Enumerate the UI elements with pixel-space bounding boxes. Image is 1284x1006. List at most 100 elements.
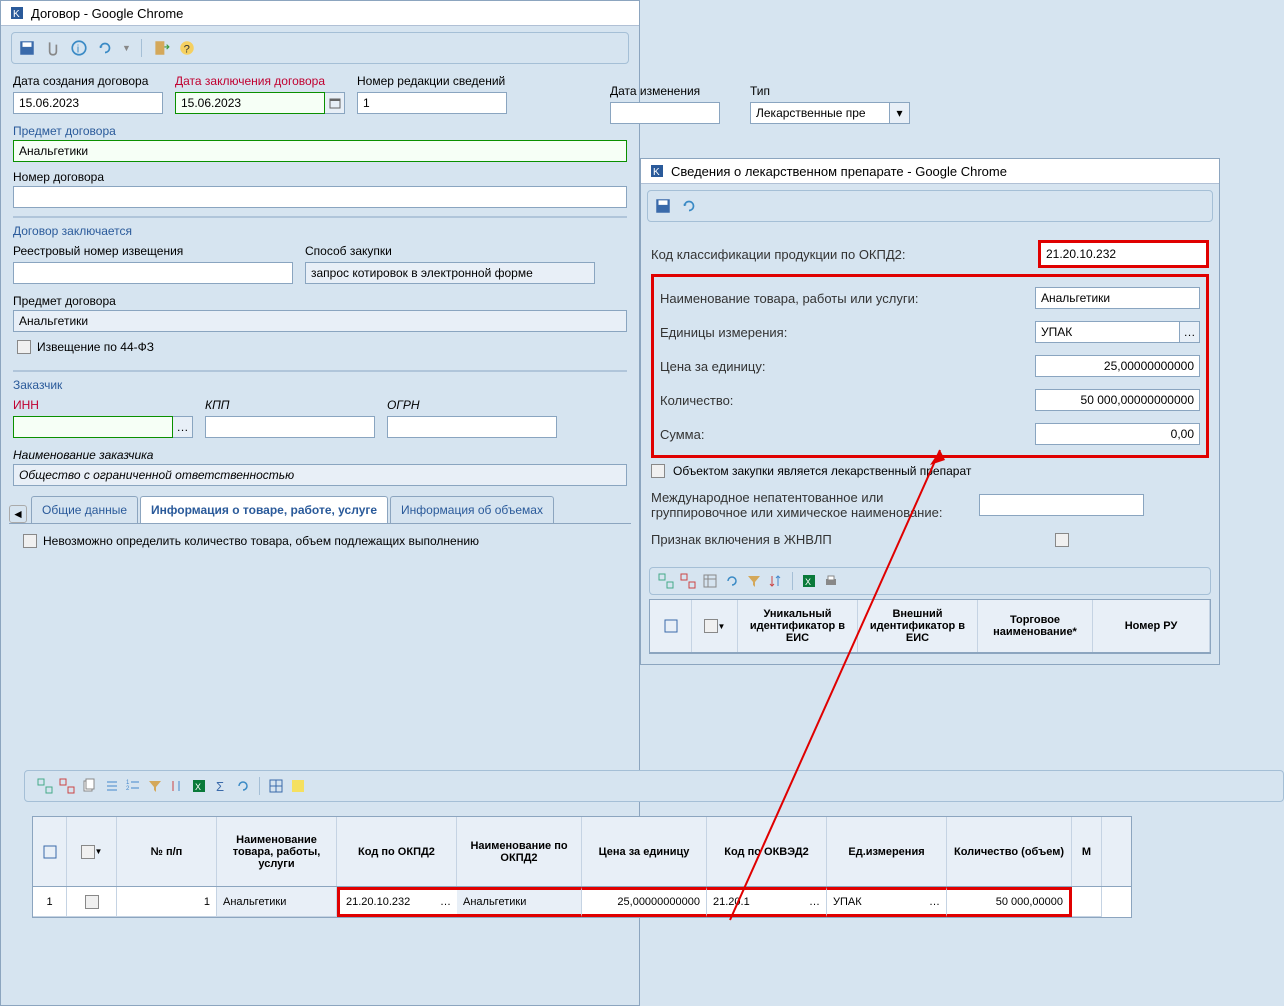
attach-icon[interactable]	[44, 39, 62, 57]
col-external-id[interactable]: Внешний идентификатор в ЕИС	[858, 600, 978, 652]
ogrn-label: ОГРН	[387, 398, 557, 414]
app-icon: K	[649, 163, 665, 179]
tab-prev-icon[interactable]: ◄	[9, 505, 27, 523]
registry-number-input[interactable]	[13, 262, 293, 284]
ogrn-input[interactable]	[387, 416, 557, 438]
select-all-checkbox[interactable]	[704, 619, 718, 633]
grid-view-icon[interactable]	[268, 778, 284, 794]
refresh-icon[interactable]	[680, 197, 698, 215]
revision-number-input[interactable]	[357, 92, 507, 114]
door-icon[interactable]	[152, 39, 170, 57]
type-label: Тип	[750, 84, 910, 100]
zhnvlp-label: Признак включения в ЖНВЛП	[651, 532, 1047, 547]
numbered-list-icon[interactable]: 12	[125, 778, 141, 794]
subject-input[interactable]	[13, 140, 627, 162]
kpp-input[interactable]	[205, 416, 375, 438]
save-icon[interactable]	[18, 39, 36, 57]
zhnvlp-checkbox[interactable]	[1055, 533, 1069, 547]
excel-icon[interactable]: X	[191, 778, 207, 794]
type-select[interactable]	[750, 102, 890, 124]
col-unique-id[interactable]: Уникальный идентификатор в ЕИС	[738, 600, 858, 652]
subject2-label: Предмет договора	[1, 288, 639, 310]
cell-rownum: 1	[33, 887, 67, 917]
dlg-qty-label: Количество:	[660, 393, 1027, 408]
tab-product-info[interactable]: Информация о товаре, работе, услуге	[140, 496, 388, 523]
help-icon[interactable]: ?	[178, 39, 196, 57]
table-row[interactable]: 1 1 Анальгетики 21.20.10.232… Анальгетик…	[33, 887, 1131, 917]
col-okpd-name[interactable]: Наименование по ОКПД2	[457, 817, 582, 886]
okpd-label: Код классификации продукции по ОКПД2:	[651, 247, 1030, 262]
col-okved[interactable]: Код по ОКВЭД2	[707, 817, 827, 886]
col-num[interactable]: № п/п	[117, 817, 217, 886]
inn-input[interactable]	[13, 416, 173, 438]
conclusion-date-input[interactable]	[175, 92, 325, 114]
mnn-input[interactable]	[979, 494, 1144, 516]
col-unit[interactable]: Ед.измерения	[827, 817, 947, 886]
contract-number-input[interactable]	[13, 186, 627, 208]
spreadsheet-icon[interactable]	[702, 573, 718, 589]
copy-icon[interactable]	[81, 778, 97, 794]
tree-collapse-icon[interactable]	[680, 573, 696, 589]
filter-icon[interactable]	[746, 573, 762, 589]
subject2-input	[13, 310, 627, 332]
is-drug-label: Объектом закупки является лекарственный …	[673, 464, 971, 478]
inn-label: ИНН	[13, 398, 193, 414]
unit-lookup-icon[interactable]: …	[1180, 321, 1200, 343]
refresh-icon[interactable]	[96, 39, 114, 57]
cell-price: 25,00000000000	[582, 887, 707, 917]
col-ru-number[interactable]: Номер РУ	[1093, 600, 1210, 652]
col-m[interactable]: М	[1072, 817, 1102, 886]
refresh-icon[interactable]	[724, 573, 740, 589]
customer-name-label: Наименование заказчика	[1, 442, 639, 464]
highlight-icon[interactable]	[290, 778, 306, 794]
save-icon[interactable]	[654, 197, 672, 215]
info-icon[interactable]: i	[70, 39, 88, 57]
calendar-icon[interactable]	[325, 92, 345, 114]
dlg-sum-input[interactable]	[1035, 423, 1200, 445]
dialog-titlebar: K Сведения о лекарственном препарате - G…	[641, 159, 1219, 184]
col-okpd[interactable]: Код по ОКПД2	[337, 817, 457, 886]
sum-icon[interactable]: Σ	[213, 778, 229, 794]
tree-expand-icon[interactable]	[37, 778, 53, 794]
svg-text:i: i	[77, 44, 80, 56]
main-grid-toolbar: 12 X Σ	[24, 770, 1284, 802]
list-icon[interactable]	[103, 778, 119, 794]
grid-icon[interactable]	[42, 844, 58, 860]
tree-collapse-icon[interactable]	[59, 778, 75, 794]
cell-okpd: 21.20.10.232	[346, 896, 410, 908]
col-unit-price[interactable]: Цена за единицу	[582, 817, 707, 886]
filter-icon[interactable]	[147, 778, 163, 794]
grid-icon[interactable]	[663, 618, 679, 634]
col-item-name[interactable]: Наименование товара, работы, услуги	[217, 817, 337, 886]
is-drug-checkbox[interactable]	[651, 464, 665, 478]
select-all-checkbox[interactable]	[81, 845, 95, 859]
customer-name-input	[13, 464, 627, 486]
col-trade-name[interactable]: Торговое наименование*	[978, 600, 1093, 652]
change-date-input[interactable]	[610, 102, 720, 124]
excel-icon[interactable]: X	[801, 573, 817, 589]
main-grid: ▼ № п/п Наименование товара, работы, усл…	[32, 816, 1132, 918]
tab-volumes[interactable]: Информация об объемах	[390, 496, 554, 523]
sort-icon[interactable]	[169, 778, 185, 794]
okpd-input[interactable]	[1041, 243, 1206, 265]
dialog-title: Сведения о лекарственном препарате - Goo…	[671, 164, 1007, 179]
dlg-name-input[interactable]	[1035, 287, 1200, 309]
refresh-icon[interactable]	[235, 778, 251, 794]
print-icon[interactable]	[823, 573, 839, 589]
dlg-unit-label: Единицы измерения:	[660, 325, 1027, 340]
tab-general[interactable]: Общие данные	[31, 496, 138, 523]
sort-icon[interactable]	[768, 573, 784, 589]
col-qty[interactable]: Количество (объем)	[947, 817, 1072, 886]
creation-date-input[interactable]	[13, 92, 163, 114]
tree-expand-icon[interactable]	[658, 573, 674, 589]
row-checkbox[interactable]	[85, 895, 99, 909]
type-dropdown-icon[interactable]: ▾	[890, 102, 910, 124]
dlg-qty-input[interactable]	[1035, 389, 1200, 411]
svg-text:X: X	[195, 782, 201, 792]
inn-lookup-icon[interactable]: …	[173, 416, 193, 438]
dlg-price-input[interactable]	[1035, 355, 1200, 377]
dlg-unit-input[interactable]	[1035, 321, 1180, 343]
impossible-checkbox[interactable]	[23, 534, 37, 548]
dialog-toolbar	[647, 190, 1213, 222]
notice-44fz-checkbox[interactable]	[17, 340, 31, 354]
